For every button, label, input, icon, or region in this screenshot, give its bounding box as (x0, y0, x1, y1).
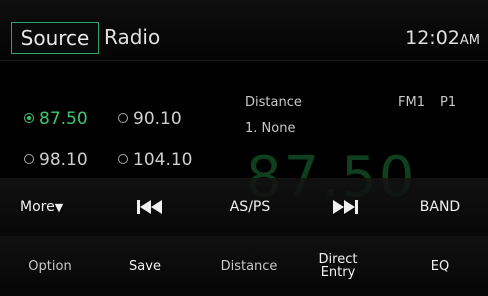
skip-back-icon (137, 200, 162, 214)
previous-button[interactable] (120, 178, 180, 236)
preset-item[interactable]: 104.10 (118, 149, 192, 171)
radio-icon (118, 154, 128, 164)
source-button[interactable]: Source (11, 22, 99, 54)
preset-item[interactable]: 90.10 (118, 108, 182, 130)
direct-entry-button[interactable]: Direct Entry (303, 236, 373, 296)
next-button[interactable] (315, 178, 375, 236)
bottom-bar: Option Save Distance Direct Entry EQ (0, 236, 488, 296)
clock-time: 12:02 (405, 27, 460, 49)
asps-button[interactable]: AS/PS (215, 178, 285, 236)
caret-down-icon: ▼ (54, 201, 64, 214)
eq-button[interactable]: EQ (405, 236, 475, 296)
direct-entry-label-line2: Entry (320, 265, 356, 280)
more-button[interactable]: More▼ (20, 178, 90, 236)
preset-item[interactable]: 98.10 (24, 149, 88, 171)
page-title: Radio (104, 25, 161, 49)
control-bar: More▼ AS/PS BAND (0, 178, 488, 236)
band-button[interactable]: BAND (405, 178, 475, 236)
radio-selected-icon (24, 113, 34, 123)
clock-ampm: AM (459, 33, 480, 48)
clock: 12:02AM (405, 24, 480, 55)
distance-label: Distance (245, 95, 302, 110)
distance-button[interactable]: Distance (208, 236, 290, 296)
more-label: More (20, 199, 55, 215)
preset-item[interactable]: 87.50 (24, 108, 88, 130)
preset-frequency: 98.10 (39, 150, 88, 170)
radio-icon (118, 113, 128, 123)
save-button[interactable]: Save (110, 236, 180, 296)
preset-frequency: 104.10 (133, 150, 193, 170)
preset-frequency: 90.10 (133, 109, 182, 129)
distance-value: 1. None (245, 121, 296, 136)
skip-forward-icon (333, 200, 358, 214)
option-button[interactable]: Option (10, 236, 90, 296)
top-bar: Source Radio 12:02AM (0, 0, 488, 61)
band-indicator: FM1 (398, 95, 425, 110)
radio-icon (24, 154, 34, 164)
preset-frequency: 87.50 (39, 109, 88, 129)
preset-indicator: P1 (440, 95, 457, 110)
